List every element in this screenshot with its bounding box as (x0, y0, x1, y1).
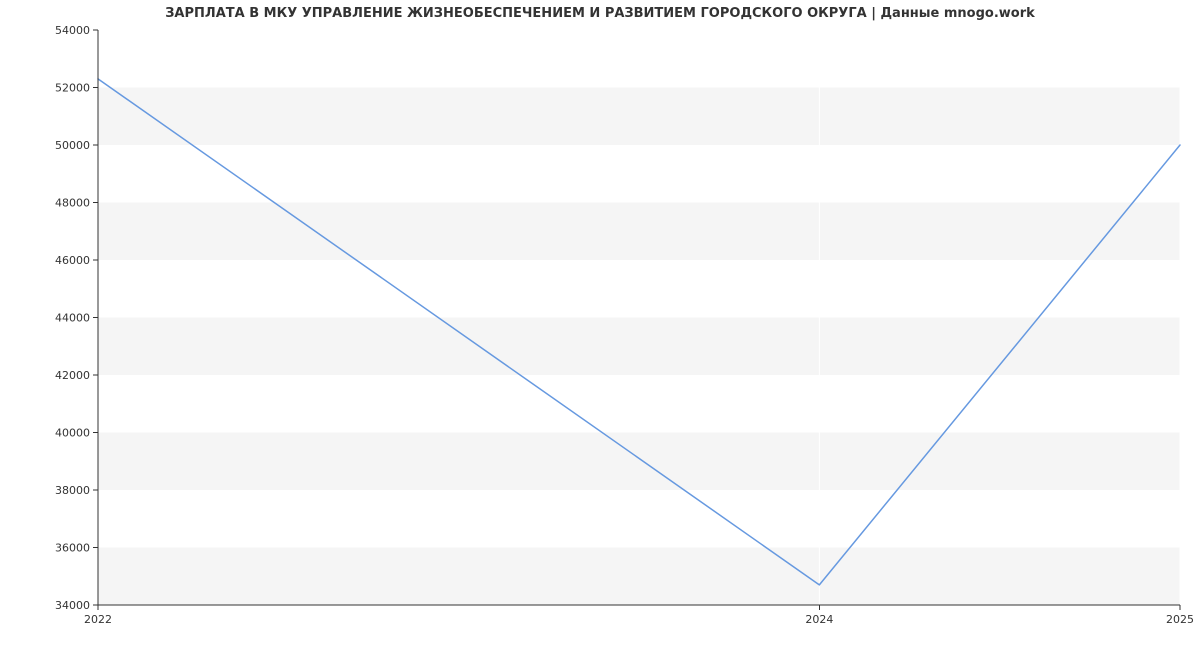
grid-band (98, 145, 1180, 203)
y-tick-label: 34000 (55, 599, 90, 612)
y-tick-label: 36000 (55, 542, 90, 555)
chart-svg: 34000 36000 38000 40000 42000 44000 46000 48000… (0, 0, 1200, 650)
y-tick-label: 52000 (55, 82, 90, 95)
y-tick-label: 54000 (55, 24, 90, 37)
x-tick-label: 2025 (1166, 613, 1194, 626)
x-tick-label: 2024 (805, 613, 833, 626)
y-tick-label: 42000 (55, 369, 90, 382)
grid-band (98, 30, 1180, 88)
chart-title: ЗАРПЛАТА В МКУ УПРАВЛЕНИЕ ЖИЗНЕОБЕСПЕЧЕН… (0, 6, 1200, 21)
grid-band (98, 490, 1180, 548)
y-tick-label: 48000 (55, 197, 90, 210)
grid-band (98, 375, 1180, 433)
chart-container: ЗАРПЛАТА В МКУ УПРАВЛЕНИЕ ЖИЗНЕОБЕСПЕЧЕН… (0, 0, 1200, 650)
grid-band (98, 260, 1180, 318)
y-tick-label: 46000 (55, 254, 90, 267)
x-tick-label: 2022 (84, 613, 112, 626)
y-tick-label: 50000 (55, 139, 90, 152)
y-tick-label: 40000 (55, 427, 90, 440)
y-tick-label: 44000 (55, 312, 90, 325)
y-tick-label: 38000 (55, 484, 90, 497)
